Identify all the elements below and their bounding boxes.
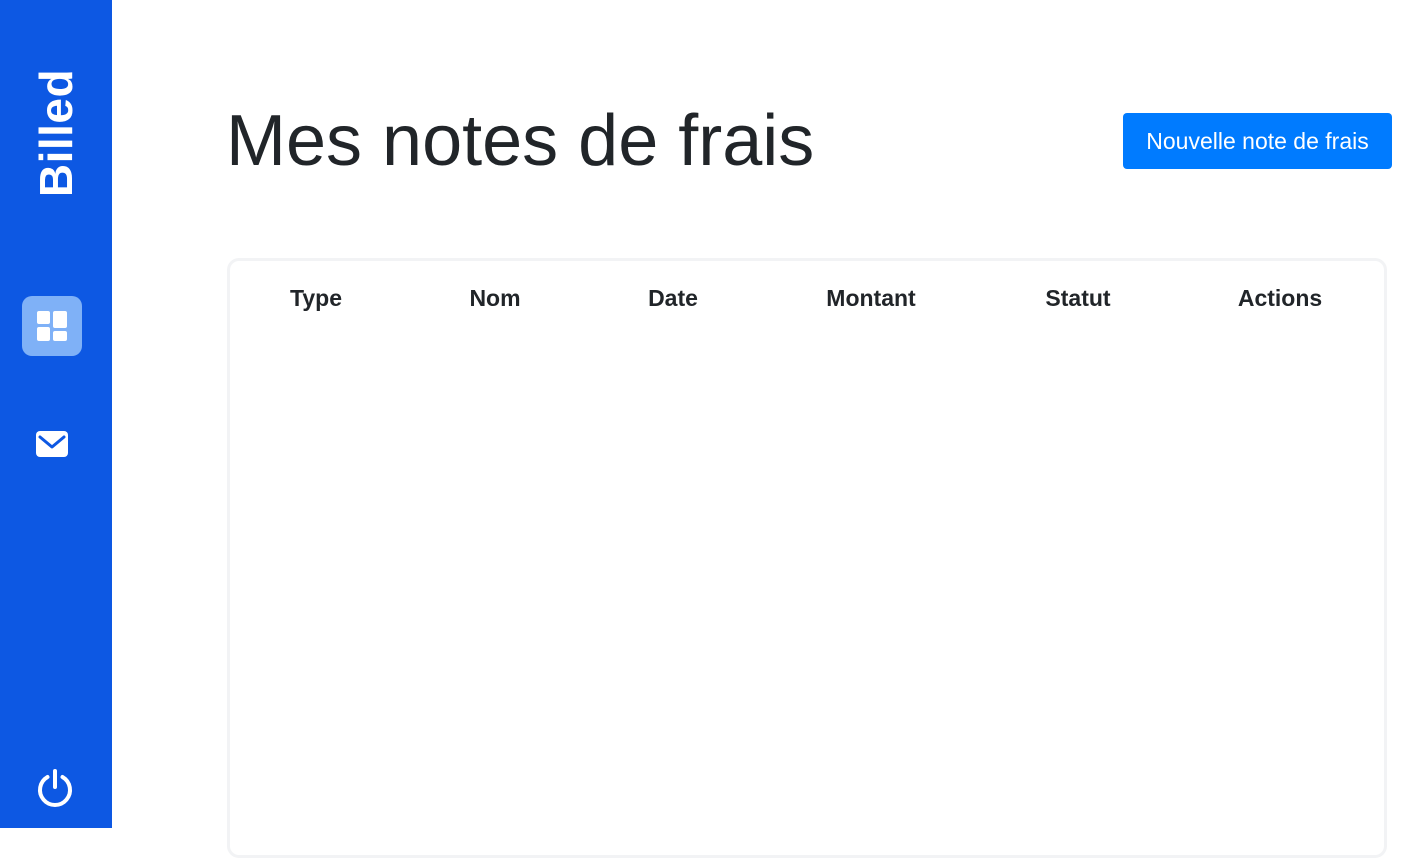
app-logo: Billed xyxy=(30,68,82,198)
nav-new-bill-button[interactable] xyxy=(22,414,82,474)
new-bill-button[interactable]: Nouvelle note de frais xyxy=(1123,113,1392,169)
power-icon xyxy=(38,769,72,807)
column-header-status: Statut xyxy=(1045,285,1111,311)
bills-table: Type Nom Date Montant Statut Actions xyxy=(227,258,1387,858)
column-header-date: Date xyxy=(648,285,698,311)
column-header-name: Nom xyxy=(469,285,521,311)
column-header-amount: Montant xyxy=(826,285,916,311)
window-icon xyxy=(37,311,67,341)
column-header-type: Type xyxy=(290,285,342,311)
page-title: Mes notes de frais xyxy=(226,101,815,181)
mail-icon xyxy=(36,431,68,457)
column-header-actions: Actions xyxy=(1237,285,1323,311)
logout-button[interactable] xyxy=(25,758,85,818)
sidebar: Billed xyxy=(0,0,112,828)
nav-bills-button[interactable] xyxy=(22,296,82,356)
